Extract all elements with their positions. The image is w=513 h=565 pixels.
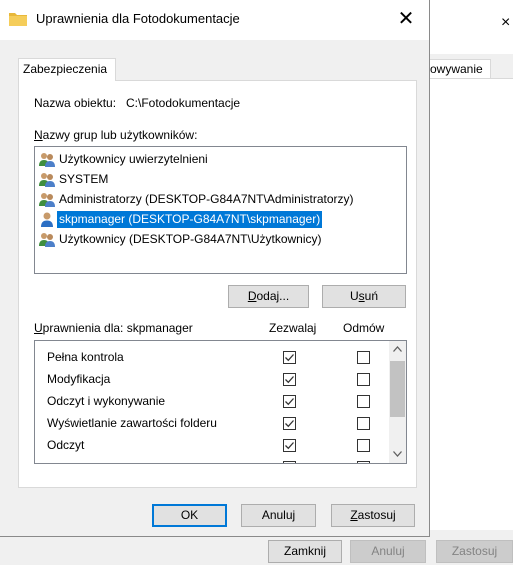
close-button[interactable]: Zamknij	[268, 540, 342, 563]
object-name-value: C:\Fotodokumentacje	[126, 96, 241, 110]
user-label: skpmanager (DESKTOP-G84A7NT\skpmanager)	[57, 211, 323, 228]
allow-checkbox[interactable]	[283, 373, 296, 386]
user-icon	[41, 212, 53, 227]
user-label: Użytkownicy (DESKTOP-G84A7NT\Użytkownicy…	[59, 232, 322, 246]
deny-checkbox[interactable]	[357, 439, 370, 452]
background-tab[interactable]: owywanie	[427, 59, 491, 79]
permission-name: Wyświetlanie zawartości folderu	[47, 416, 217, 430]
allow-checkbox[interactable]	[283, 439, 296, 452]
group-icon	[39, 173, 55, 187]
scroll-up-icon[interactable]	[389, 341, 406, 358]
group-icon	[39, 233, 55, 247]
deny-checkbox[interactable]	[357, 461, 370, 463]
checkmark-icon	[285, 398, 294, 406]
deny-checkbox[interactable]	[357, 351, 370, 364]
permissions-for-label: Uprawnienia dla: skpmanager	[34, 321, 193, 335]
permission-name: Odczyt i wykonywanie	[47, 394, 166, 408]
dialog-title: Uprawnienia dla Fotodokumentacje	[36, 11, 240, 26]
permissions-list[interactable]: Pełna kontrola Modyfikacja Odczyt i wyko…	[34, 340, 407, 464]
background-cancel-button: Anuluj	[350, 540, 426, 563]
allow-checkbox[interactable]	[283, 417, 296, 430]
permissions-scrollbar[interactable]	[389, 341, 406, 463]
permission-name: Odczyt	[47, 438, 85, 452]
deny-checkbox[interactable]	[357, 373, 370, 386]
column-header-allow: Zezwalaj	[269, 321, 317, 335]
scroll-down-icon[interactable]	[389, 446, 406, 463]
table-row-modify: Modyfikacja	[35, 369, 387, 390]
users-list-heading: Nazwy grup lub użytkowników:	[34, 128, 198, 142]
table-row-read-execute: Odczyt i wykonywanie	[35, 391, 387, 412]
permission-name: Pełna kontrola	[47, 350, 124, 364]
deny-checkbox[interactable]	[357, 417, 370, 430]
table-row-read: Odczyt	[35, 435, 387, 456]
allow-checkbox[interactable]	[283, 395, 296, 408]
table-row-list-folder-contents: Wyświetlanie zawartości folderu	[35, 413, 387, 434]
checkmark-icon	[285, 442, 294, 450]
table-row-full-control: Pełna kontrola	[35, 347, 387, 368]
users-list[interactable]: Użytkownicy uwierzytelnieni SYSTEM Admin…	[34, 146, 407, 274]
background-tab-panel	[427, 78, 513, 530]
apply-button[interactable]: Zastosuj	[331, 504, 415, 527]
cancel-button[interactable]: Anuluj	[241, 504, 316, 527]
table-row-partial	[35, 457, 387, 463]
background-apply-button: Zastosuj	[436, 540, 513, 563]
close-icon[interactable]: ✕	[383, 0, 429, 38]
user-label: SYSTEM	[59, 172, 109, 186]
background-close-icon[interactable]: ×	[501, 14, 513, 32]
deny-checkbox[interactable]	[357, 395, 370, 408]
permissions-dialog: Uprawnienia dla Fotodokumentacje ✕ Zabez…	[0, 0, 430, 537]
allow-checkbox[interactable]	[283, 351, 296, 364]
permission-name: Modyfikacja	[47, 372, 111, 386]
group-icon	[39, 153, 55, 167]
user-label: Użytkownicy uwierzytelnieni	[59, 152, 208, 166]
folder-icon	[9, 13, 27, 26]
dialog-titlebar[interactable]: Uprawnienia dla Fotodokumentacje ✕	[0, 0, 429, 40]
user-label: Administratorzy (DESKTOP-G84A7NT\Adminis…	[59, 192, 354, 206]
checkmark-icon	[285, 354, 294, 362]
checkmark-icon	[285, 376, 294, 384]
allow-checkbox[interactable]	[283, 461, 296, 463]
add-button[interactable]: Dodaj...	[228, 285, 309, 308]
checkmark-icon	[285, 420, 294, 428]
column-header-deny: Odmów	[343, 321, 385, 335]
scroll-thumb[interactable]	[390, 361, 405, 417]
group-icon	[39, 193, 55, 207]
ok-button[interactable]: OK	[152, 504, 227, 527]
tab-security[interactable]: Zabezpieczenia	[18, 58, 116, 81]
remove-button[interactable]: Usuń	[322, 285, 406, 308]
object-name-label: Nazwa obiektu:	[34, 96, 117, 110]
